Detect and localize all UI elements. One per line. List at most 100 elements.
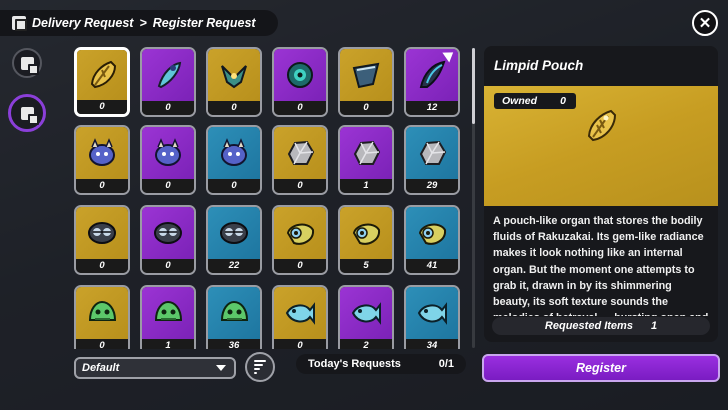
crystal-rock-icon (287, 140, 315, 165)
item-count: 0 (274, 339, 326, 349)
item-count: 5 (340, 259, 392, 273)
item-card-art (208, 127, 260, 179)
requested-items-value: 1 (650, 320, 658, 332)
item-card[interactable]: 29 (404, 125, 460, 195)
requested-items-bar: Requested Items 1 (492, 317, 710, 335)
item-count: 29 (406, 179, 458, 193)
item-card[interactable]: 41 (404, 205, 460, 275)
todays-requests-value: 0/1 (438, 358, 454, 370)
shell-eye-icon (352, 223, 381, 245)
item-card-art (340, 127, 392, 179)
item-card-art (142, 287, 194, 339)
item-card-art (340, 207, 392, 259)
chevron-down-icon (216, 365, 226, 371)
breadcrumb-current: Register Request (152, 16, 256, 30)
item-card-art (76, 287, 128, 339)
shell-eye-icon (286, 223, 315, 245)
item-count: 0 (208, 101, 260, 115)
item-name: Limpid Pouch (494, 58, 584, 73)
horn-icon (419, 60, 446, 88)
item-count: 0 (274, 101, 326, 115)
item-card[interactable]: 0 (140, 47, 196, 117)
item-description: A pouch-like organ that stores the bodil… (493, 215, 708, 316)
register-label: Register (575, 361, 627, 375)
item-card[interactable]: 0 (74, 125, 130, 195)
item-card-art (208, 207, 260, 259)
close-button[interactable]: ✕ (692, 10, 718, 36)
sort-order-button[interactable] (245, 352, 275, 382)
item-card[interactable]: 36 (206, 285, 262, 349)
item-card[interactable]: 0 (272, 205, 328, 275)
eye-orb-icon (287, 62, 313, 88)
item-card[interactable]: 2 (338, 285, 394, 349)
todays-requests-counter: Today's Requests 0/1 (296, 354, 466, 374)
requested-items-label: Requested Items (544, 320, 633, 332)
item-count: 0 (142, 179, 194, 193)
shell-eye-icon (418, 223, 447, 245)
goggles-icon (220, 222, 248, 244)
item-card-art (274, 207, 326, 259)
item-card[interactable]: 34 (404, 285, 460, 349)
item-card[interactable]: 22 (206, 205, 262, 275)
item-card[interactable]: 0 (140, 125, 196, 195)
item-card-art (142, 127, 194, 179)
item-card[interactable]: 0 (140, 205, 196, 275)
slime-icon (88, 300, 117, 321)
item-count: 12 (406, 101, 458, 115)
item-count: 22 (208, 259, 260, 273)
grid-scrollbar[interactable] (472, 48, 475, 348)
delivery-list-tab-button[interactable] (12, 48, 42, 78)
item-card[interactable]: 0 (272, 285, 328, 349)
item-card[interactable]: 0 (272, 125, 328, 195)
register-request-tab-button[interactable] (8, 94, 46, 132)
goggles-icon (154, 222, 182, 244)
item-card[interactable]: 0 (206, 47, 262, 117)
item-card-art (274, 49, 326, 101)
item-card[interactable]: 0 (74, 205, 130, 275)
delivery-box-icon (12, 16, 27, 31)
scrollbar-thumb[interactable] (472, 48, 475, 124)
leaf-pouch-icon (90, 60, 117, 89)
item-count: 0 (274, 179, 326, 193)
item-card-art (340, 287, 392, 339)
slime-icon (220, 300, 249, 321)
item-card-art (77, 50, 127, 100)
owned-value: 0 (560, 95, 566, 107)
item-count: 34 (406, 339, 458, 349)
fish-icon (417, 302, 447, 325)
item-card[interactable]: 5 (338, 205, 394, 275)
item-card[interactable]: 1 (338, 125, 394, 195)
item-card[interactable]: 0 (272, 47, 328, 117)
sort-order-icon (254, 360, 266, 374)
sort-dropdown[interactable]: Default (74, 357, 236, 379)
owned-badge: Owned 0 (494, 93, 576, 109)
item-grid: 0 0 0 0 0 12 0 0 0 0 1 29 0 0 22 0 5 41 0 1 36 0 2 34 (74, 47, 468, 349)
item-card[interactable]: 0 (338, 47, 394, 117)
item-count: 36 (208, 339, 260, 349)
item-card-art (274, 127, 326, 179)
item-card[interactable]: 0 (206, 125, 262, 195)
crystal-rock-icon (353, 140, 381, 165)
item-card[interactable]: 1 (140, 285, 196, 349)
breadcrumb-separator: > (139, 16, 147, 30)
todays-requests-label: Today's Requests (308, 358, 401, 370)
item-count: 41 (406, 259, 458, 273)
box-add-icon (20, 106, 39, 125)
item-card-art (274, 287, 326, 339)
blob-monster-icon (155, 138, 181, 166)
feather-icon (157, 61, 182, 89)
item-card-art (406, 207, 458, 259)
item-card-art (142, 49, 194, 101)
breadcrumb-root[interactable]: Delivery Request (32, 16, 133, 30)
register-button[interactable]: Register (482, 354, 720, 382)
item-count: 0 (274, 259, 326, 273)
item-detail-panel: Limpid Pouch Owned 0 A pouch-like organ … (484, 46, 718, 342)
item-count: 0 (142, 259, 194, 273)
item-card[interactable]: 0 (74, 285, 130, 349)
item-count: 0 (340, 101, 392, 115)
blob-monster-icon (221, 138, 247, 166)
item-count: 1 (340, 179, 392, 193)
item-count: 1 (142, 339, 194, 349)
item-card-art (208, 287, 260, 339)
item-card[interactable]: 0 (74, 47, 130, 117)
